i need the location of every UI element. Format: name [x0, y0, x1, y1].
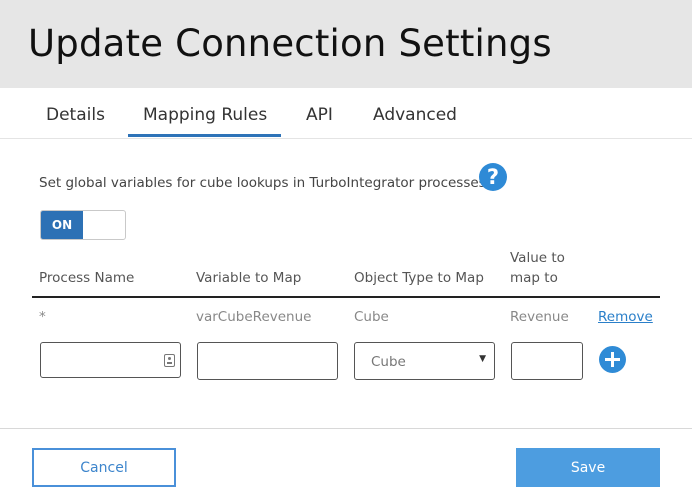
column-header-object-type: Object Type to Map: [354, 270, 484, 286]
tab-bar: Details Mapping Rules API Advanced: [0, 88, 692, 139]
caret-down-icon: ▼: [479, 354, 486, 364]
tab-mapping-rules[interactable]: Mapping Rules: [143, 105, 267, 125]
remove-link[interactable]: Remove: [598, 309, 653, 325]
page-title: Update Connection Settings: [28, 22, 552, 65]
add-circle-icon[interactable]: [599, 346, 626, 373]
column-header-variable: Variable to Map: [196, 270, 302, 286]
cell-value: Revenue: [510, 309, 569, 325]
active-tab-indicator: [128, 134, 281, 137]
description-text: Set global variables for cube lookups in…: [39, 175, 490, 191]
toggle-on-label: ON: [41, 211, 83, 239]
process-name-input[interactable]: [40, 342, 181, 378]
tab-details[interactable]: Details: [46, 105, 105, 125]
dialog-header: Update Connection Settings: [0, 0, 692, 88]
column-header-process-name: Process Name: [39, 270, 135, 286]
cell-variable: varCubeRevenue: [196, 309, 312, 325]
value-input[interactable]: [511, 342, 583, 380]
table-header-divider: [32, 296, 660, 298]
footer-divider: [0, 428, 692, 429]
variable-input[interactable]: [197, 342, 338, 380]
cell-process-name: *: [39, 309, 46, 325]
tab-advanced[interactable]: Advanced: [373, 105, 457, 125]
contact-card-icon[interactable]: [164, 354, 175, 367]
tab-api[interactable]: API: [306, 105, 333, 125]
column-header-value-line2: map to: [510, 270, 558, 286]
column-header-value-line1: Value to: [510, 250, 565, 266]
question-circle-icon[interactable]: ?: [479, 163, 507, 191]
object-type-select[interactable]: Cube ▼: [354, 342, 495, 380]
mapping-toggle[interactable]: ON: [40, 210, 126, 240]
save-button[interactable]: Save: [516, 448, 660, 487]
object-type-selected-value: Cube: [371, 354, 406, 370]
cancel-button[interactable]: Cancel: [32, 448, 176, 487]
cell-object-type: Cube: [354, 309, 389, 325]
